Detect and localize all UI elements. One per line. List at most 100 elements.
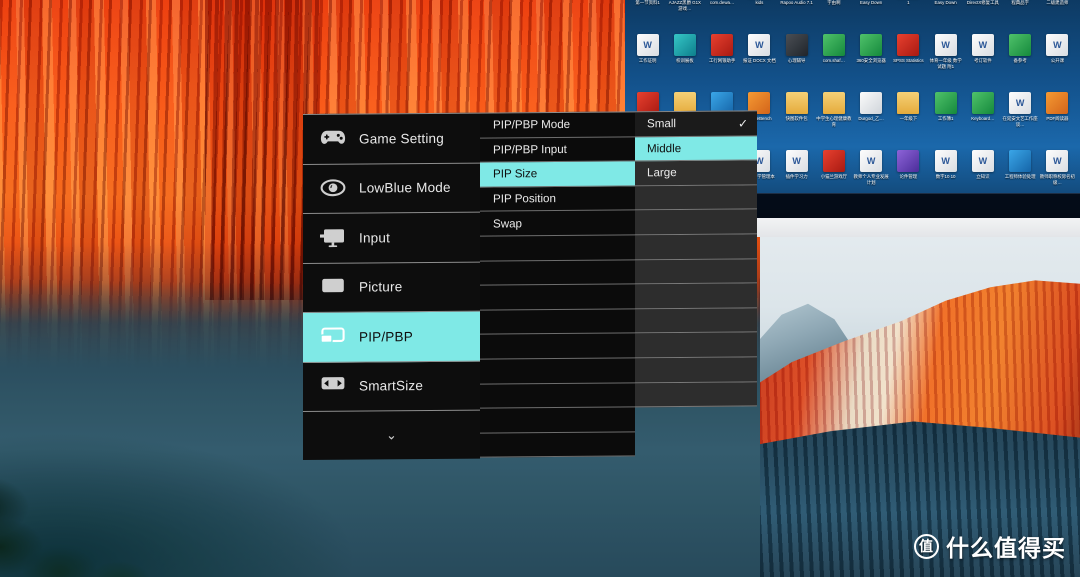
- desktop-icon[interactable]: 备参考: [1002, 30, 1039, 88]
- purple-file-icon: [897, 150, 920, 172]
- desktop-icon-label: SPSS Statistics: [893, 58, 924, 63]
- desktop-icon-label: 第一节资料1: [635, 0, 660, 5]
- doc-file-icon: [636, 34, 659, 56]
- doc-file-icon: [1009, 92, 1032, 114]
- osd-submenu-empty-row: [480, 432, 635, 458]
- secondary-screen-wallpaper: [760, 237, 1080, 577]
- osd-submenu-pip-position[interactable]: PIP Position: [480, 186, 635, 212]
- osd-category-smartsize[interactable]: SmartSize: [303, 361, 480, 412]
- desktop-icon-label: 数字10 10: [935, 174, 956, 179]
- desktop-icon-label: 插件学习力: [785, 174, 808, 179]
- monitor-osd-menu: Game Setting LowBlue Mode Input Picture PIP/…: [303, 110, 757, 461]
- desktop-icon[interactable]: kids: [741, 0, 778, 30]
- desktop-icon[interactable]: 工作簿1: [927, 88, 964, 146]
- chevron-down-icon[interactable]: ⌄: [303, 411, 480, 460]
- desktop-icon[interactable]: 报证 DOCX 文档: [741, 30, 778, 88]
- watermark: 值 什么值得买: [914, 529, 1066, 563]
- desktop-icon[interactable]: PDF阅读器: [1039, 88, 1076, 146]
- osd-value-empty-row: [635, 381, 757, 408]
- osd-value-large[interactable]: Large: [635, 160, 757, 187]
- desktop-icon-label: 小猫兰游戏厅: [820, 174, 848, 179]
- red-file-icon: [711, 34, 734, 56]
- osd-category-picture[interactable]: Picture: [303, 262, 480, 313]
- desktop-icon-label: 备参考: [1013, 58, 1027, 63]
- doc-file-icon: [1046, 150, 1069, 172]
- desktop-icon[interactable]: 360安全浏览器: [853, 30, 890, 88]
- osd-category-label: Picture: [359, 279, 403, 295]
- desktop-icon-label: 公开课: [1050, 58, 1064, 63]
- osd-submenu-label: Swap: [493, 216, 523, 231]
- watermark-text: 什么值得买: [946, 535, 1066, 561]
- desktop-icon-label: 工作证明: [638, 58, 657, 63]
- osd-value-empty-row: [635, 283, 757, 310]
- osd-submenu-empty-row: [480, 333, 635, 360]
- pip-pbp-icon: [320, 326, 346, 347]
- desktop-icon[interactable]: 第一节资料1: [629, 0, 666, 30]
- desktop-icon[interactable]: Easy Down: [853, 0, 890, 30]
- desktop-icon-label: 中学生心理健康教育: [816, 116, 852, 127]
- desktop-icon-label: 心理辅导: [787, 58, 806, 63]
- doc-file-icon: [785, 150, 808, 172]
- green-file-icon: [822, 34, 845, 56]
- desktop-icon-label: 教师个人专业发展计划: [853, 174, 889, 185]
- osd-category-column: Game Setting LowBlue Mode Input Picture PIP/…: [303, 112, 480, 461]
- osd-category-label: LowBlue Mode: [359, 180, 451, 196]
- desktop-icon-label: 字由啊: [827, 0, 841, 5]
- osd-submenu-pip-pbp-input[interactable]: PIP/PBP Input: [480, 136, 635, 163]
- desktop-icon[interactable]: 公开课: [1039, 30, 1076, 88]
- desktop-icon[interactable]: 工作证明: [629, 30, 666, 88]
- desktop-icon[interactable]: 程典品字: [1002, 0, 1039, 30]
- desktop-icon-label: 二级建造师: [1046, 0, 1069, 5]
- desktop-icon[interactable]: 1: [890, 0, 927, 30]
- desktop-icon[interactable]: Easy Down: [927, 0, 964, 30]
- folder-file-icon: [897, 92, 920, 114]
- osd-value-column: Small ✓ Middle Large: [635, 110, 757, 408]
- desktop-icon[interactable]: com.dewa…: [704, 0, 741, 30]
- orange-file-icon: [1046, 92, 1069, 114]
- desktop-icon[interactable]: 字由啊: [815, 0, 852, 30]
- osd-submenu-empty-row: [480, 235, 635, 262]
- osd-category-input[interactable]: Input: [303, 212, 480, 264]
- desktop-icon[interactable]: Rapoo Audio 7.1: [778, 0, 815, 30]
- desktop-icon[interactable]: SPSS Statistics: [890, 30, 927, 88]
- desktop-icon[interactable]: DirectX修复工具: [964, 0, 1001, 30]
- osd-value-middle[interactable]: Middle: [635, 136, 757, 162]
- desktop-icon[interactable]: 一年级下: [890, 88, 927, 146]
- desktop-icon[interactable]: 二级建造师: [1039, 0, 1076, 30]
- osd-submenu-column: PIP/PBP Mode PIP/PBP Input PIP Size PIP Pos…: [480, 111, 635, 458]
- desktop-icon-label: 校训展板: [676, 58, 694, 63]
- desktop-icon[interactable]: Durgod_乙…: [853, 88, 890, 146]
- osd-category-pip-pbp[interactable]: PIP/PBP: [303, 311, 480, 363]
- desktop-icon[interactable]: Keyboard…: [964, 88, 1001, 146]
- osd-value-empty-row: [635, 185, 757, 211]
- osd-value-label: Large: [647, 166, 677, 180]
- desktop-icon[interactable]: 心理辅导: [778, 30, 815, 88]
- osd-submenu-pip-size[interactable]: PIP Size: [480, 161, 635, 188]
- osd-value-empty-row: [635, 357, 757, 383]
- osd-submenu-swap[interactable]: Swap: [480, 210, 635, 237]
- desktop-icon[interactable]: 校训展板: [666, 30, 703, 88]
- desktop-icon[interactable]: 快图软件包: [778, 88, 815, 146]
- osd-value-small[interactable]: Small ✓: [635, 111, 757, 137]
- desktop-icon[interactable]: com.shaf…: [815, 30, 852, 88]
- desktop-icon[interactable]: AJAZZ黑爵 G1X游戏…: [666, 0, 703, 30]
- desktop-icon[interactable]: 考订软件: [964, 30, 1001, 88]
- watermark-badge-icon: 值: [914, 533, 939, 559]
- desktop-icon[interactable]: 体育一年级 数学试题 附1: [927, 30, 964, 88]
- desktop-icon-label: 工作簿1: [937, 116, 954, 121]
- desktop-icon[interactable]: 在延安文艺工作座谈…: [1002, 88, 1039, 146]
- osd-submenu-empty-row: [480, 407, 635, 434]
- osd-submenu-label: PIP Position: [493, 192, 556, 206]
- osd-category-game-setting[interactable]: Game Setting: [303, 113, 480, 165]
- osd-submenu-empty-row: [480, 382, 635, 409]
- osd-category-lowblue-mode[interactable]: LowBlue Mode: [303, 163, 480, 214]
- monitor-input-icon: [320, 227, 346, 248]
- doc-file-icon: [971, 150, 994, 172]
- osd-submenu-pip-pbp-mode[interactable]: PIP/PBP Mode: [480, 112, 635, 139]
- smartsize-icon: [320, 376, 346, 397]
- osd-category-label: Game Setting: [359, 130, 444, 147]
- desktop-icon[interactable]: 工行网银助手: [704, 30, 741, 88]
- desktop-icon-label: 一年级下: [899, 116, 918, 121]
- desktop-icon-label: Rapoo Audio 7.1: [780, 0, 813, 5]
- desktop-icon[interactable]: 中学生心理健康教育: [815, 88, 852, 146]
